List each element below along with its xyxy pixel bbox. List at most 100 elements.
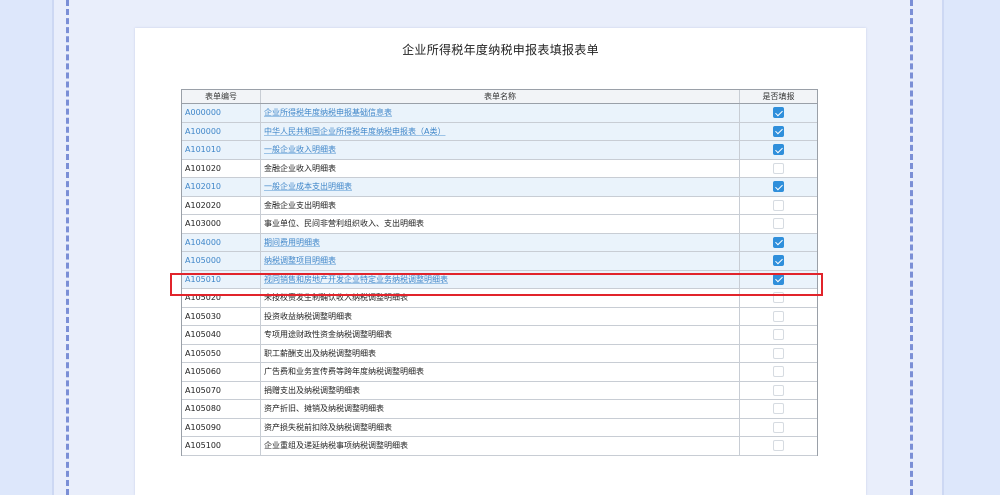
table-row[interactable]: A000000 企业所得税年度纳税申报基础信息表 [182,104,817,123]
fill-checkbox-cell [740,123,817,141]
form-table: 表单编号 表单名称 是否填报 A000000 企业所得税年度纳税申报基础信息表 A1… [181,89,818,456]
fill-checkbox[interactable] [773,218,784,230]
fill-checkbox-cell [740,141,817,159]
form-name-link[interactable]: 期间费用明细表 [261,233,740,251]
table-row[interactable]: A102010 一般企业成本支出明细表 [182,178,817,197]
table-row[interactable]: A105020 未按权责发生制确认收入纳税调整明细表 [182,289,817,308]
table-row[interactable]: A105000 纳税调整项目明细表 [182,252,817,271]
fill-checkbox[interactable] [773,310,784,322]
fill-checkbox-cell [740,437,817,455]
header-name: 表单名称 [261,90,740,103]
fill-checkbox-cell [740,326,817,344]
fill-checkbox-cell [740,419,817,437]
form-name-link[interactable]: 一般企业成本支出明细表 [261,178,740,196]
form-code: A000000 [182,104,261,122]
fill-checkbox[interactable] [773,292,784,304]
fill-checkbox-cell [740,104,817,122]
form-name-link[interactable]: 资产折旧、摊销及纳税调整明细表 [261,400,740,418]
form-name-link[interactable]: 中华人民共和国企业所得税年度纳税申报表（A类） [261,122,740,140]
form-name-link[interactable]: 资产损失税前扣除及纳税调整明细表 [261,418,740,436]
fill-checkbox-cell [740,197,817,215]
fill-checkbox[interactable] [773,440,784,452]
table-row[interactable]: A105080 资产折旧、摊销及纳税调整明细表 [182,400,817,419]
fill-checkbox[interactable] [773,125,784,137]
form-code: A105010 [182,270,261,288]
form-code: A105090 [182,418,261,436]
table-row[interactable]: A100000 中华人民共和国企业所得税年度纳税申报表（A类） [182,122,817,141]
fill-checkbox-cell [740,234,817,252]
form-name-link[interactable]: 金融企业收入明细表 [261,159,740,177]
form-name-link[interactable]: 职工薪酬支出及纳税调整明细表 [261,344,740,362]
form-name-link[interactable]: 广告费和业务宣传费等跨年度纳税调整明细表 [261,363,740,381]
form-panel: 企业所得税年度纳税申报表填报表单 表单编号 表单名称 是否填报 A000000 企… [135,28,866,495]
table-row[interactable]: A101020 金融企业收入明细表 [182,159,817,178]
form-code: A100000 [182,122,261,140]
table-row[interactable]: A105010 视同销售和房地产开发企业特定业务纳税调整明细表 [182,270,817,289]
form-code: A105030 [182,307,261,325]
form-code: A103000 [182,215,261,233]
fill-checkbox[interactable] [773,329,784,341]
fill-checkbox[interactable] [773,255,784,267]
fill-checkbox[interactable] [773,366,784,378]
form-name-link[interactable]: 金融企业支出明细表 [261,196,740,214]
fill-checkbox[interactable] [773,384,784,396]
table-row[interactable]: A105070 捐赠支出及纳税调整明细表 [182,381,817,400]
fill-checkbox-cell [740,289,817,307]
fill-checkbox-cell [740,160,817,178]
form-code: A105000 [182,252,261,270]
table-row[interactable]: A101010 一般企业收入明细表 [182,141,817,160]
fill-checkbox[interactable] [773,236,784,248]
table-row[interactable]: A104000 期间费用明细表 [182,233,817,252]
form-code: A105080 [182,400,261,418]
form-name-link[interactable]: 一般企业收入明细表 [261,141,740,159]
form-name-link[interactable]: 企业所得税年度纳税申报基础信息表 [261,104,740,122]
table-row[interactable]: A105060 广告费和业务宣传费等跨年度纳税调整明细表 [182,363,817,382]
fill-checkbox[interactable] [773,162,784,174]
table-row[interactable]: A105090 资产损失税前扣除及纳税调整明细表 [182,418,817,437]
form-code: A105020 [182,289,261,307]
header-filled: 是否填报 [762,92,795,101]
table-header: 表单编号 表单名称 是否填报 [182,90,817,104]
form-name-link[interactable]: 纳税调整项目明细表 [261,252,740,270]
form-name-link[interactable]: 视同销售和房地产开发企业特定业务纳税调整明细表 [261,270,740,288]
table-row[interactable]: A105040 专项用途财政性资金纳税调整明细表 [182,326,817,345]
fill-checkbox[interactable] [773,199,784,211]
fill-checkbox[interactable] [773,181,784,193]
form-name-link[interactable]: 捐赠支出及纳税调整明细表 [261,381,740,399]
form-code: A105060 [182,363,261,381]
form-name-link[interactable]: 未按权责发生制确认收入纳税调整明细表 [261,289,740,307]
form-code: A102020 [182,196,261,214]
table-row[interactable]: A102020 金融企业支出明细表 [182,196,817,215]
form-name-link[interactable]: 企业重组及递延纳税事项纳税调整明细表 [261,437,740,455]
fill-checkbox-cell [740,382,817,400]
fill-checkbox[interactable] [773,144,784,156]
fill-checkbox[interactable] [773,421,784,433]
form-code: A101020 [182,159,261,177]
table-row[interactable]: A105100 企业重组及递延纳税事项纳税调整明细表 [182,437,817,456]
fill-checkbox[interactable] [773,107,784,119]
page-title: 企业所得税年度纳税申报表填报表单 [402,43,599,57]
fill-checkbox[interactable] [773,403,784,415]
form-code: A105040 [182,326,261,344]
fill-checkbox-cell [740,271,817,289]
form-name-link[interactable]: 投资收益纳税调整明细表 [261,307,740,325]
form-code: A105070 [182,381,261,399]
fill-checkbox-cell [740,345,817,363]
fill-checkbox-cell [740,400,817,418]
form-code: A101010 [182,141,261,159]
fill-checkbox-cell [740,252,817,270]
fill-checkbox-cell [740,215,817,233]
form-name-link[interactable]: 事业单位、民间非营利组织收入、支出明细表 [261,215,740,233]
fill-checkbox-cell [740,363,817,381]
table-row[interactable]: A105050 职工薪酬支出及纳税调整明细表 [182,344,817,363]
table-row[interactable]: A103000 事业单位、民间非营利组织收入、支出明细表 [182,215,817,234]
form-name-link[interactable]: 专项用途财政性资金纳税调整明细表 [261,326,740,344]
form-code: A105050 [182,344,261,362]
fill-checkbox[interactable] [773,273,784,285]
fill-checkbox[interactable] [773,347,784,359]
table-row[interactable]: A105030 投资收益纳税调整明细表 [182,307,817,326]
form-code: A105100 [182,437,261,455]
left-dashed-border [66,0,69,495]
form-code: A104000 [182,233,261,251]
right-dashed-border [910,0,913,495]
